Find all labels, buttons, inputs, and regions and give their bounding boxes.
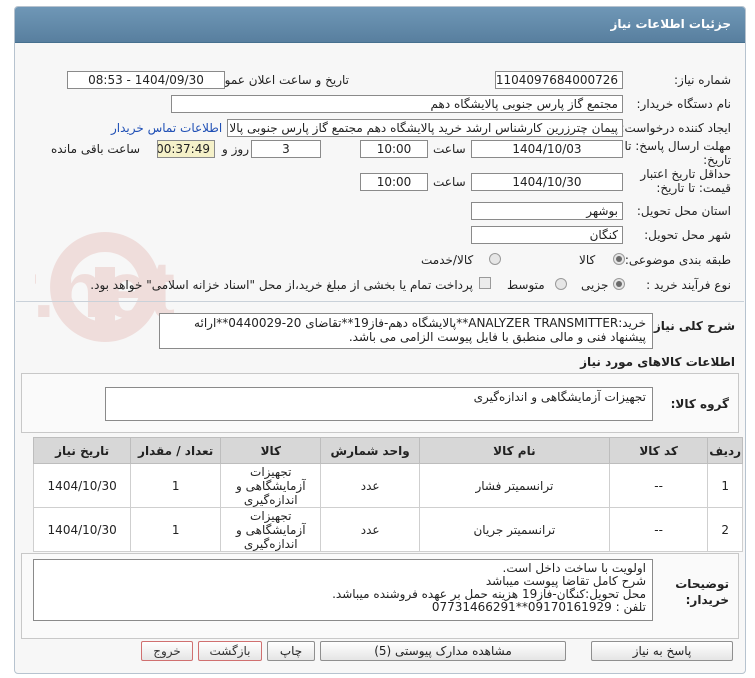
category-label: طبقه بندی موضوعی:: [624, 253, 731, 267]
print-button[interactable]: چاپ: [267, 641, 315, 661]
deadline-label-2: تاریخ:: [703, 153, 731, 167]
category-option-goods: کالا: [579, 253, 596, 267]
buyer-notes-label-1: توضیحات: [675, 577, 729, 591]
cell-unit: عدد: [320, 463, 420, 508]
category-radio-goods[interactable]: [613, 253, 625, 265]
col-group: کالا: [220, 437, 322, 464]
cell-date: 1404/10/30: [32, 463, 132, 508]
cell-row: 1: [707, 463, 743, 508]
creator-label: ایجاد کننده درخواست:: [620, 121, 731, 135]
table-row[interactable]: 1 -- ترانسمیتر فشار عدد تجهیزات آزمایشگا…: [32, 463, 743, 508]
treasury-payment-checkbox[interactable]: [479, 277, 491, 289]
cell-row: 2: [707, 507, 743, 552]
deadline-time-field: 10:00: [360, 140, 428, 158]
need-number-field: 1104097684000726: [495, 71, 623, 89]
section-divider: [16, 301, 744, 302]
cell-code: --: [608, 463, 709, 508]
col-name: نام کالا: [418, 437, 610, 464]
category-radio-goods-service[interactable]: [489, 253, 501, 265]
process-label: نوع فرآیند خرید :: [646, 278, 731, 292]
validity-label-2: قیمت: تا تاریخ:: [656, 181, 731, 195]
process-option-medium: متوسط: [507, 278, 545, 292]
cell-code: --: [608, 507, 709, 552]
cell-date: 1404/10/30: [32, 507, 132, 552]
deadline-time-label: ساعت: [433, 142, 466, 156]
deadline-date-field: 1404/10/03: [471, 140, 623, 158]
header-bar: جزئیات اطلاعات نیاز: [15, 7, 745, 43]
days-label: روز و: [222, 142, 249, 156]
creator-field: پیمان چترزرین کارشناس ارشد خرید پالایشگا…: [227, 119, 623, 137]
validity-time-field: 10:00: [360, 173, 428, 191]
buyer-notes-label-2: خریدار:: [685, 593, 729, 607]
validity-time-label: ساعت: [433, 175, 466, 189]
announce-field: 1404/09/30 - 08:53: [67, 71, 225, 89]
col-qty: تعداد / مقدار: [130, 437, 222, 464]
col-unit: واحد شمارش: [320, 437, 420, 464]
col-row: ردیف: [707, 437, 743, 464]
remaining-label: ساعت باقی مانده: [51, 142, 141, 156]
city-field: کنگان: [471, 226, 623, 244]
city-label: شهر محل تحویل:: [644, 228, 731, 242]
col-code: کد کالا: [608, 437, 709, 464]
treasury-payment-note: پرداخت تمام یا بخشی از مبلغ خرید،از محل …: [90, 278, 473, 292]
details-panel: جزئیات اطلاعات نیاز AriaTender.net شماره…: [14, 6, 746, 674]
reply-button[interactable]: پاسخ به نیاز: [591, 641, 733, 661]
validity-date-field: 1404/10/30: [471, 173, 623, 191]
deadline-label-1: مهلت ارسال پاسخ: تا: [624, 139, 731, 153]
goods-group-label: گروه کالا:: [670, 397, 729, 411]
cell-unit: عدد: [320, 507, 420, 552]
remaining-time-field: 00:37:49: [157, 140, 215, 158]
view-attachments-button[interactable]: مشاهده مدارک پیوستی (5): [320, 641, 566, 661]
cell-qty: 1: [130, 507, 222, 552]
days-field: 3: [251, 140, 321, 158]
goods-table: ردیف کد کالا نام کالا واحد شمارش کالا تع…: [32, 437, 743, 552]
province-label: استان محل تحویل:: [636, 204, 731, 218]
buyer-note-line-4: تلفن : 09170161929**07731466291: [431, 600, 646, 614]
goods-group-field: تجهیزات آزمایشگاهی و اندازه‌گیری: [105, 387, 653, 421]
process-radio-medium[interactable]: [555, 278, 567, 290]
need-number-label: شماره نیاز:: [674, 73, 731, 87]
process-radio-minor[interactable]: [613, 278, 625, 290]
goods-section-title: اطلاعات کالاهای مورد نیاز: [580, 355, 735, 369]
contact-buyer-link[interactable]: اطلاعات تماس خریدار: [111, 121, 222, 135]
col-date: تاریخ نیاز: [32, 437, 132, 464]
buyer-org-label: نام دستگاه خریدار:: [636, 97, 732, 111]
table-header-row: ردیف کد کالا نام کالا واحد شمارش کالا تع…: [32, 437, 743, 464]
process-option-minor: جزیی: [581, 278, 609, 292]
buyer-notes-textarea: اولویت با ساخت داخل است. شرح کامل تقاضا …: [33, 559, 653, 621]
cell-group: تجهیزات آزمایشگاهی و اندازه‌گیری: [220, 463, 322, 508]
cell-name: ترانسمیتر جریان: [418, 507, 610, 552]
exit-button[interactable]: خروج: [141, 641, 193, 661]
category-option-goods-service: کالا/خدمت: [421, 253, 474, 267]
description-textarea: خرید:ANALYZER TRANSMITTER**پالایشگاه دهم…: [159, 313, 653, 349]
description-label: شرح کلی نیاز:: [649, 319, 735, 333]
cell-group: تجهیزات آزمایشگاهی و اندازه‌گیری: [220, 507, 322, 552]
cell-qty: 1: [130, 463, 222, 508]
page-title: جزئیات اطلاعات نیاز: [610, 17, 731, 31]
announce-label: تاریخ و ساعت اعلان عمومی:: [204, 73, 349, 87]
cell-name: ترانسمیتر فشار: [418, 463, 610, 508]
back-button[interactable]: بازگشت: [198, 641, 262, 661]
buyer-org-field: مجتمع گاز پارس جنوبی پالایشگاه دهم: [171, 95, 623, 113]
table-row[interactable]: 2 -- ترانسمیتر جریان عدد تجهیزات آزمایشگ…: [32, 507, 743, 552]
province-field: بوشهر: [471, 202, 623, 220]
validity-label-1: حداقل تاریخ اعتبار: [640, 167, 731, 181]
